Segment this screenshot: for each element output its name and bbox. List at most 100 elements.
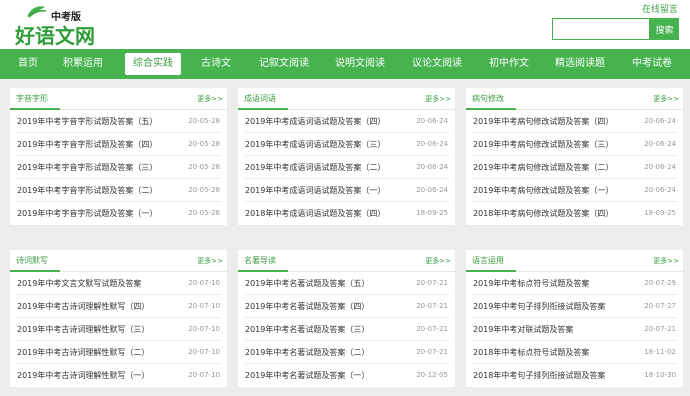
panel-header: 病句修改 更多>> [466,88,683,110]
article-link[interactable]: 2019年中考名著试题及答案（四） [245,301,369,312]
nav-item-expository-reading[interactable]: 说明文阅读 [334,49,386,79]
nav-item-composition[interactable]: 初中作文 [487,49,531,79]
nav-item-argumentative-reading[interactable]: 议论文阅读 [411,49,463,79]
list-item: 2019年中考句子排列衔接试题及答案 20-07-27 [472,295,677,318]
list-item: 2019年中考成语词语试题及答案（三） 20-06-24 [244,133,449,156]
article-link[interactable]: 2019年中考字音字形试题及答案（四） [17,139,157,150]
article-date: 20-05-28 [188,117,220,125]
article-link[interactable]: 2019年中考字音字形试题及答案（二） [17,185,157,196]
search-input[interactable] [552,18,650,40]
article-link[interactable]: 2018年中考标点符号试题及答案 [473,347,589,358]
article-link[interactable]: 2019年中考字音字形试题及答案（三） [17,162,157,173]
article-link[interactable]: 2019年中考字音字形试题及答案（一） [17,208,157,219]
article-date: 20-07-21 [644,325,676,333]
panel-header: 字音字形 更多>> [10,88,227,110]
nav-item-classical-poetry[interactable]: 古诗文 [199,49,233,79]
article-date: 20-05-28 [188,163,220,171]
article-link[interactable]: 2019年中考成语词语试题及答案（三） [245,139,385,150]
panel-title[interactable]: 成语词语 [244,93,276,104]
panel-title[interactable]: 名著导读 [244,255,276,266]
panel-header: 诗词默写 更多>> [10,250,227,272]
article-link[interactable]: 2019年中考古诗词理解性默写（二） [17,347,149,358]
article-link[interactable]: 2019年中考古诗词理解性默写（一） [17,370,149,381]
panel-header: 语言运用 更多>> [466,250,683,272]
article-link[interactable]: 2018年中考成语词语试题及答案（四） [245,208,385,219]
article-link[interactable]: 2019年中考病句修改试题及答案（一） [473,185,613,196]
article-link[interactable]: 2019年中考病句修改试题及答案（四） [473,116,613,127]
nav-item-narrative-reading[interactable]: 记叙文阅读 [258,49,310,79]
article-date: 20-07-29 [644,279,676,287]
nav-item-selected-reading[interactable]: 精选阅读题 [554,49,606,79]
list-item: 2019年中考古诗词理解性默写（一） 20-07-10 [16,364,221,387]
site-header: 中考版 好语文网 在线留言 搜索 [0,0,690,49]
logo-title: 好语文网 [15,24,95,48]
main-nav: 首页 积累运用 综合实践 古诗文 记叙文阅读 说明文阅读 议论文阅读 初中作文 … [0,49,690,79]
panel-title[interactable]: 字音字形 [16,93,48,104]
article-date: 20-06-24 [644,163,676,171]
article-date: 20-06-24 [416,186,448,194]
article-date: 20-06-24 [644,186,676,194]
article-date: 20-06-24 [416,140,448,148]
nav-item-practice[interactable]: 综合实践 [125,53,181,75]
nav-item-home[interactable]: 首页 [15,49,41,79]
article-list: 2019年中考病句修改试题及答案（四） 20-06-24 2019年中考病句修改试… [466,110,683,225]
panel-header: 成语词语 更多>> [238,88,455,110]
article-link[interactable]: 2019年中考成语词语试题及答案（四） [245,116,385,127]
article-date: 20-06-24 [416,117,448,125]
more-link[interactable]: 更多>> [653,256,679,266]
article-date: 20-07-10 [188,279,220,287]
leaf-logo-icon [27,6,47,18]
article-date: 20-07-21 [416,279,448,287]
panel-language-use: 语言运用 更多>> 2019年中考标点符号试题及答案 20-07-29 2019年… [466,250,683,387]
article-link[interactable]: 2019年中考名著试题及答案（二） [245,347,369,358]
article-link[interactable]: 2019年中考古诗词理解性默写（三） [17,324,149,335]
site-logo[interactable]: 中考版 好语文网 [15,5,95,48]
search-button[interactable]: 搜索 [650,18,679,40]
article-link[interactable]: 2019年中考字音字形试题及答案（五） [17,116,157,127]
article-date: 20-05-28 [188,140,220,148]
panel-sentence-correction: 病句修改 更多>> 2019年中考病句修改试题及答案（四） 20-06-24 20… [466,88,683,225]
online-message-link[interactable]: 在线留言 [642,2,678,15]
more-link[interactable]: 更多>> [197,256,223,266]
article-link[interactable]: 2019年中考成语词语试题及答案（一） [245,185,385,196]
list-item: 2019年中考病句修改试题及答案（一） 20-06-24 [472,179,677,202]
list-item: 2019年中考字音字形试题及答案（二） 20-05-28 [16,179,221,202]
article-link[interactable]: 2018年中考句子排列衔接试题及答案 [473,370,605,381]
article-list: 2019年中考标点符号试题及答案 20-07-29 2019年中考句子排列衔接试题… [466,272,683,387]
article-link[interactable]: 2019年中考成语词语试题及答案（二） [245,162,385,173]
nav-item-accumulation[interactable]: 积累运用 [62,49,104,79]
article-link[interactable]: 2019年中考古诗词理解性默写（四） [17,301,149,312]
nav-item-exam-papers[interactable]: 中考试卷 [630,49,674,79]
panel-header: 名著导读 更多>> [238,250,455,272]
list-item: 2018年中考病句修改试题及答案（四） 18-09-25 [472,202,677,225]
article-link[interactable]: 2019年中考句子排列衔接试题及答案 [473,301,605,312]
article-list: 2019年中考字音字形试题及答案（五） 20-05-28 2019年中考字音字形试… [10,110,227,225]
list-item: 2019年中考古诗词理解性默写（四） 20-07-10 [16,295,221,318]
list-item: 2019年中考对联试题及答案 20-07-21 [472,318,677,341]
article-link[interactable]: 2018年中考病句修改试题及答案（四） [473,208,613,219]
panel-title[interactable]: 病句修改 [472,93,504,104]
panel-title[interactable]: 语言运用 [472,255,504,266]
article-link[interactable]: 2019年中考名著试题及答案（三） [245,324,369,335]
more-link[interactable]: 更多>> [425,94,451,104]
panel-classics-guide: 名著导读 更多>> 2019年中考名著试题及答案（五） 20-07-21 2019… [238,250,455,387]
panel-poetry-dictation: 诗词默写 更多>> 2019年中考文言文默写试题及答案 20-07-10 2019… [10,250,227,387]
more-link[interactable]: 更多>> [197,94,223,104]
list-item: 2019年中考字音字形试题及答案（五） 20-05-28 [16,110,221,133]
more-link[interactable]: 更多>> [653,94,679,104]
article-link[interactable]: 2019年中考标点符号试题及答案 [473,278,589,289]
panel-pronunciation: 字音字形 更多>> 2019年中考字音字形试题及答案（五） 20-05-28 20… [10,88,227,225]
article-date: 20-07-21 [416,348,448,356]
more-link[interactable]: 更多>> [425,256,451,266]
article-link[interactable]: 2019年中考文言文默写试题及答案 [17,278,141,289]
article-date: 20-07-10 [188,302,220,310]
article-link[interactable]: 2019年中考名著试题及答案（一） [245,370,369,381]
article-link[interactable]: 2019年中考名著试题及答案（五） [245,278,369,289]
article-date: 20-07-21 [416,325,448,333]
article-link[interactable]: 2019年中考对联试题及答案 [473,324,573,335]
panel-title[interactable]: 诗词默写 [16,255,48,266]
article-link[interactable]: 2019年中考病句修改试题及答案（二） [473,162,613,173]
article-link[interactable]: 2019年中考病句修改试题及答案（三） [473,139,613,150]
article-date: 20-07-10 [188,371,220,379]
article-list: 2019年中考名著试题及答案（五） 20-07-21 2019年中考名著试题及答案… [238,272,455,387]
